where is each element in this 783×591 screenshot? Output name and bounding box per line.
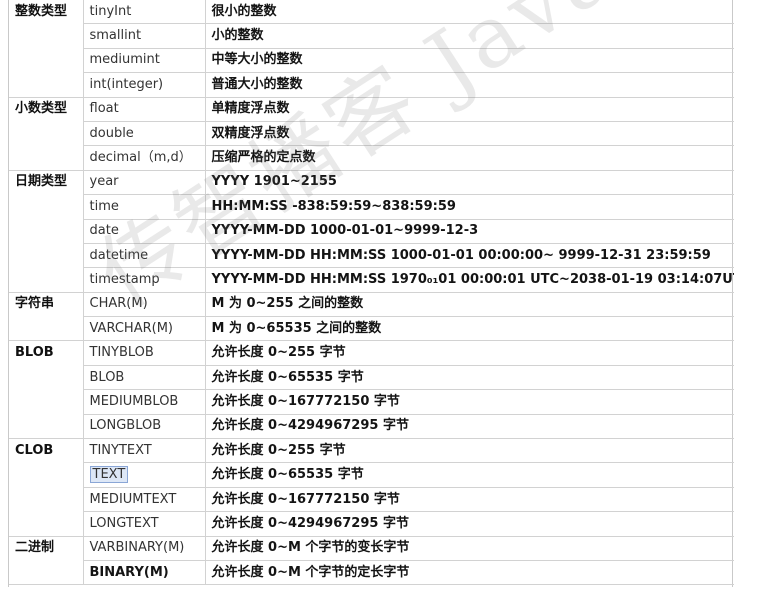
type-description-cell: 允许长度 0~M 个字节的定长字节 [205,560,734,586]
table-row: TEXT 允许长度 0~65535 字节 [9,462,734,488]
type-name-cell: LONGBLOB [83,414,206,440]
table-row: BLOB TINYBLOB 允许长度 0~255 字节 [9,340,734,366]
category-cell [9,145,84,171]
type-description-cell: 普通大小的整数 [205,72,734,98]
table-row: 二进制 VARBINARY(M) 允许长度 0~M 个字节的变长字节 [9,536,734,561]
category-cell: 整数类型 [9,0,84,24]
category-cell [9,121,84,146]
category-cell: 二进制 [9,536,84,561]
table-row: BLOB 允许长度 0~65535 字节 [9,365,734,391]
type-name-cell: BLOB [83,365,206,391]
type-name-cell: float [83,97,206,122]
data-types-table-frame: 整数类型 tinyInt 很小的整数 smallint 小的整数 mediumi… [8,0,734,587]
category-cell [9,389,84,415]
category-cell [9,560,84,586]
table-row: LONGTEXT 允许长度 0~4294967295 字节 [9,511,734,537]
type-name-cell: int(integer) [83,72,206,98]
table-row: VARCHAR(M) M 为 0~65535 之间的整数 [9,316,734,342]
type-name-cell: BINARY(M) [83,560,206,586]
type-description-cell: 压缩严格的定点数 [205,145,734,171]
type-name-cell: smallint [83,23,206,49]
category-cell [9,23,84,49]
type-description-cell: 允许长度 0~M 个字节的变长字节 [205,536,734,561]
type-name-cell: VARCHAR(M) [83,316,206,342]
type-description-cell: 中等大小的整数 [205,48,734,74]
type-name-cell: MEDIUMTEXT [83,487,206,513]
type-name-cell: mediumint [83,48,206,74]
selected-text-highlight[interactable]: TEXT [89,466,129,484]
type-description-cell: HH:MM:SS -838:59:59~838:59:59 [205,194,734,220]
category-cell [9,194,84,220]
type-description-cell: 小的整数 [205,23,734,49]
type-name-cell[interactable]: TEXT [83,462,206,488]
type-name-cell: TINYTEXT [83,438,206,464]
table-row: CLOB TINYTEXT 允许长度 0~255 字节 [9,438,734,464]
type-name-cell: VARBINARY(M) [83,536,206,561]
table-row: smallint 小的整数 [9,23,734,49]
category-cell: BLOB [9,340,84,366]
type-name-cell: decimal（m,d） [83,145,206,171]
category-cell [9,365,84,390]
category-cell [9,219,84,244]
category-cell [9,511,84,537]
type-name-cell: CHAR(M) [83,292,206,318]
category-cell [9,316,84,342]
type-description-cell: YYYY 1901~2155 [205,170,734,196]
category-cell: 小数类型 [9,97,84,122]
category-cell: CLOB [9,438,84,463]
table-row: double 双精度浮点数 [9,121,734,147]
type-name-cell: date [83,219,206,244]
table-row: timestamp YYYY-MM-DD HH:MM:SS 1970₀₁01 0… [9,267,734,293]
category-cell [9,72,84,98]
type-description-cell: 允许长度 0~65535 字节 [205,365,734,391]
type-description-cell: YYYY-MM-DD HH:MM:SS 1970₀₁01 00:00:01 UT… [205,267,734,293]
table-row: mediumint 中等大小的整数 [9,48,734,74]
table-row: BINARY(M) 允许长度 0~M 个字节的定长字节 [9,560,734,586]
type-name-cell: MEDIUMBLOB [83,389,206,415]
type-description-cell: 双精度浮点数 [205,121,734,147]
table-row: int(integer) 普通大小的整数 [9,72,734,98]
type-description-cell: 很小的整数 [205,0,734,25]
table-row: 日期类型 year YYYY 1901~2155 [9,170,734,196]
type-name-cell: year [83,170,206,196]
category-cell: 日期类型 [9,170,84,195]
type-name-cell: tinyInt [83,0,206,25]
type-description-cell: YYYY-MM-DD 1000-01-01~9999-12-3 [205,219,734,244]
table-row: MEDIUMTEXT 允许长度 0~167772150 字节 [9,487,734,513]
data-types-table: 整数类型 tinyInt 很小的整数 smallint 小的整数 mediumi… [9,0,734,586]
type-description-cell: 允许长度 0~255 字节 [205,438,734,464]
table-row: 小数类型 float 单精度浮点数 [9,97,734,122]
category-cell: 字符串 [9,292,84,317]
category-cell [9,243,84,268]
type-description-cell: 单精度浮点数 [205,97,734,122]
type-name-cell: TINYBLOB [83,340,206,366]
table-row: time HH:MM:SS -838:59:59~838:59:59 [9,194,734,220]
type-description-cell: 允许长度 0~4294967295 字节 [205,511,734,537]
type-name-cell: LONGTEXT [83,511,206,537]
category-cell [9,462,84,488]
type-description-cell: 允许长度 0~4294967295 字节 [205,414,734,440]
table-row: date YYYY-MM-DD 1000-01-01~9999-12-3 [9,219,734,244]
type-description-cell: M 为 0~65535 之间的整数 [205,316,734,342]
type-description-cell: YYYY-MM-DD HH:MM:SS 1000-01-01 00:00:00~… [205,243,734,269]
type-name-cell: datetime [83,243,206,269]
type-description-cell: M 为 0~255 之间的整数 [205,292,734,318]
type-description-cell: 允许长度 0~255 字节 [205,340,734,366]
type-name-cell: double [83,121,206,147]
type-name-cell: time [83,194,206,220]
category-cell [9,48,84,73]
type-description-cell: 允许长度 0~167772150 字节 [205,389,734,415]
table-row: MEDIUMBLOB 允许长度 0~167772150 字节 [9,389,734,415]
type-description-cell: 允许长度 0~65535 字节 [205,462,734,488]
table-row: 整数类型 tinyInt 很小的整数 [9,0,734,25]
table-row: 字符串 CHAR(M) M 为 0~255 之间的整数 [9,292,734,318]
table-row: datetime YYYY-MM-DD HH:MM:SS 1000-01-01 … [9,243,734,269]
type-name-cell: timestamp [83,267,206,293]
table-row: LONGBLOB 允许长度 0~4294967295 字节 [9,414,734,440]
table-row: decimal（m,d） 压缩严格的定点数 [9,145,734,171]
category-cell [9,414,84,440]
type-description-cell: 允许长度 0~167772150 字节 [205,487,734,513]
category-cell [9,487,84,512]
category-cell [9,267,84,293]
